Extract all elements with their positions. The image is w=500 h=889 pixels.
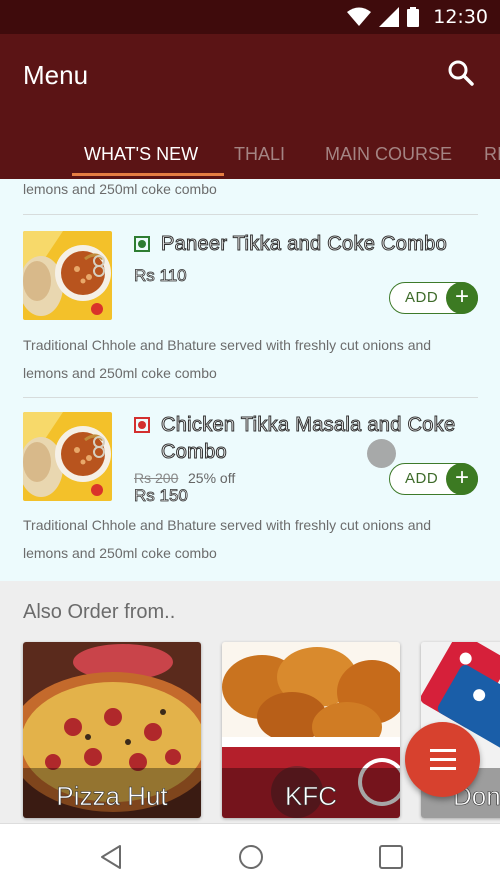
item-description: Traditional Chhole and Bhature served wi… [23,517,432,533]
veg-indicator [134,236,150,252]
touch-indicator [367,439,396,468]
divider [23,214,478,215]
tab-bar: WHAT'S NEW THALI MAIN COURSE RI [0,129,500,179]
restaurant-name: Pizza Hut [56,781,168,812]
item-description: Traditional Chhole and Bhature served wi… [23,337,432,353]
wifi-icon [347,7,372,26]
home-button[interactable] [237,843,265,871]
item-description: lemons and 250ml coke combo [23,181,217,197]
add-button[interactable]: ADD + [389,463,478,495]
app-title: Menu [23,60,89,90]
status-icons: 12:30 [347,6,488,28]
section-title: Also Order from.. [23,601,176,623]
food-image[interactable] [23,412,112,501]
tab-rice[interactable]: RI [484,129,500,179]
add-button[interactable]: ADD + [389,282,478,314]
menu-icon [430,749,456,770]
non-veg-indicator [134,417,150,433]
system-nav-bar [0,823,500,889]
discount-label: 25% off [188,470,236,486]
restaurant-name: KFC [285,781,338,812]
home-icon [239,845,263,869]
battery-icon [407,7,420,27]
back-button[interactable] [98,843,126,871]
add-label: ADD [405,470,439,487]
search-button[interactable] [446,58,476,88]
signal-icon [379,7,400,27]
menu-fab[interactable] [405,722,480,797]
menu-list[interactable]: lemons and 250ml coke combo Paneer Tikka… [0,179,500,581]
tab-whats-new[interactable]: WHAT'S NEW [84,129,198,179]
item-old-price: Rs 200 [134,470,179,486]
tab-main-course[interactable]: MAIN COURSE [325,129,452,179]
plus-icon: + [446,282,478,314]
food-image[interactable] [23,231,112,320]
restaurant-card-kfc[interactable]: KFC [222,642,400,818]
plus-icon: + [446,463,478,495]
status-bar: 12:30 [0,0,500,34]
restaurant-card-pizza-hut[interactable]: Pizza Hut [23,642,201,818]
tab-thali[interactable]: THALI [234,129,285,179]
tab-indicator [72,173,224,176]
search-icon [448,60,474,86]
item-price: Rs 150 [134,486,189,506]
item-name-continued: Combo [161,441,228,464]
recents-icon [379,845,403,869]
item-name: Chicken Tikka Masala and Coke [160,414,456,437]
item-price: Rs 110 [134,266,187,286]
item-description: lemons and 250ml coke combo [23,365,217,381]
item-name: Paneer Tikka and Coke Combo [160,233,448,256]
item-description: lemons and 250ml coke combo [23,545,217,561]
divider [23,397,478,398]
status-time: 12:30 [433,6,488,28]
app-bar: Menu WHAT'S NEW THALI MAIN COURSE RI [0,34,500,179]
add-label: ADD [405,289,439,306]
back-icon [101,845,121,869]
recents-button[interactable] [377,843,405,871]
